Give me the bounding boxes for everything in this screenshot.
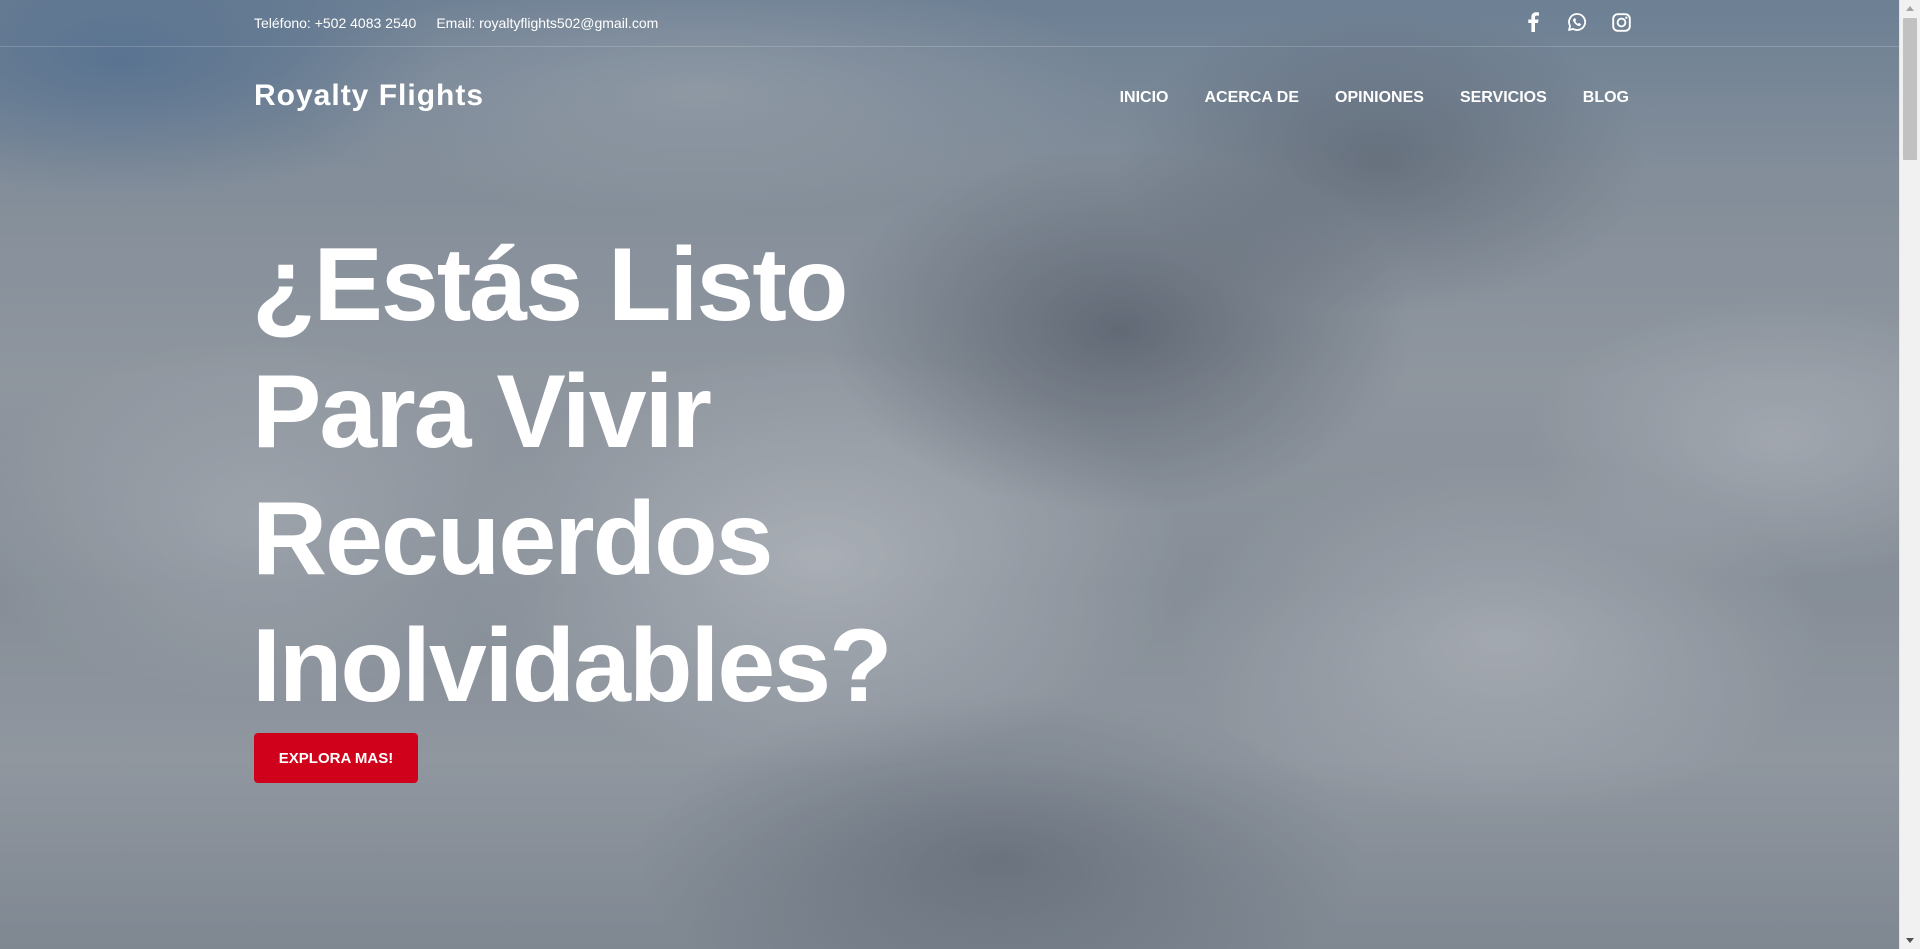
- facebook-icon[interactable]: [1522, 11, 1544, 33]
- top-bar: Teléfono: +502 4083 2540 Email: royaltyfl…: [0, 0, 1899, 47]
- nav-item-inicio[interactable]: INICIO: [1120, 89, 1169, 107]
- explore-more-button[interactable]: EXPLORA MAS!: [254, 733, 418, 783]
- social-links: [1522, 11, 1632, 33]
- main-navbar: Royalty Flights INICIO ACERCA DE OPINION…: [0, 47, 1899, 147]
- main-menu: INICIO ACERCA DE OPINIONES SERVICIOS BLO…: [1120, 89, 1629, 107]
- whatsapp-icon[interactable]: [1566, 11, 1588, 33]
- headline-line: ¿Estás Listo: [252, 227, 848, 343]
- site-logo[interactable]: Royalty Flights: [254, 79, 484, 113]
- email-text: Email: royaltyflights502@gmail.com: [436, 15, 659, 31]
- scroll-down-arrow-icon[interactable]: [1900, 932, 1920, 949]
- vertical-scrollbar[interactable]: [1899, 0, 1920, 949]
- scrollbar-thumb[interactable]: [1903, 18, 1917, 160]
- nav-item-servicios[interactable]: SERVICIOS: [1460, 89, 1547, 107]
- phone-text: Teléfono: +502 4083 2540: [254, 15, 417, 31]
- headline-line: Recuerdos: [252, 481, 774, 597]
- nav-item-opiniones[interactable]: OPINIONES: [1335, 89, 1424, 107]
- headline-line: Inolvidables?: [252, 608, 893, 724]
- nav-item-acerca-de[interactable]: ACERCA DE: [1205, 89, 1300, 107]
- headline-line: Para Vivir: [252, 354, 712, 470]
- page: Teléfono: +502 4083 2540 Email: royaltyfl…: [0, 0, 1920, 949]
- scroll-up-arrow-icon[interactable]: [1900, 0, 1920, 17]
- nav-item-blog[interactable]: BLOG: [1583, 89, 1629, 107]
- contact-info: Teléfono: +502 4083 2540 Email: royaltyfl…: [254, 14, 658, 32]
- hero-headline: ¿Estás Listo Para Vivir Recuerdos Inolvi…: [252, 222, 972, 730]
- instagram-icon[interactable]: [1610, 11, 1632, 33]
